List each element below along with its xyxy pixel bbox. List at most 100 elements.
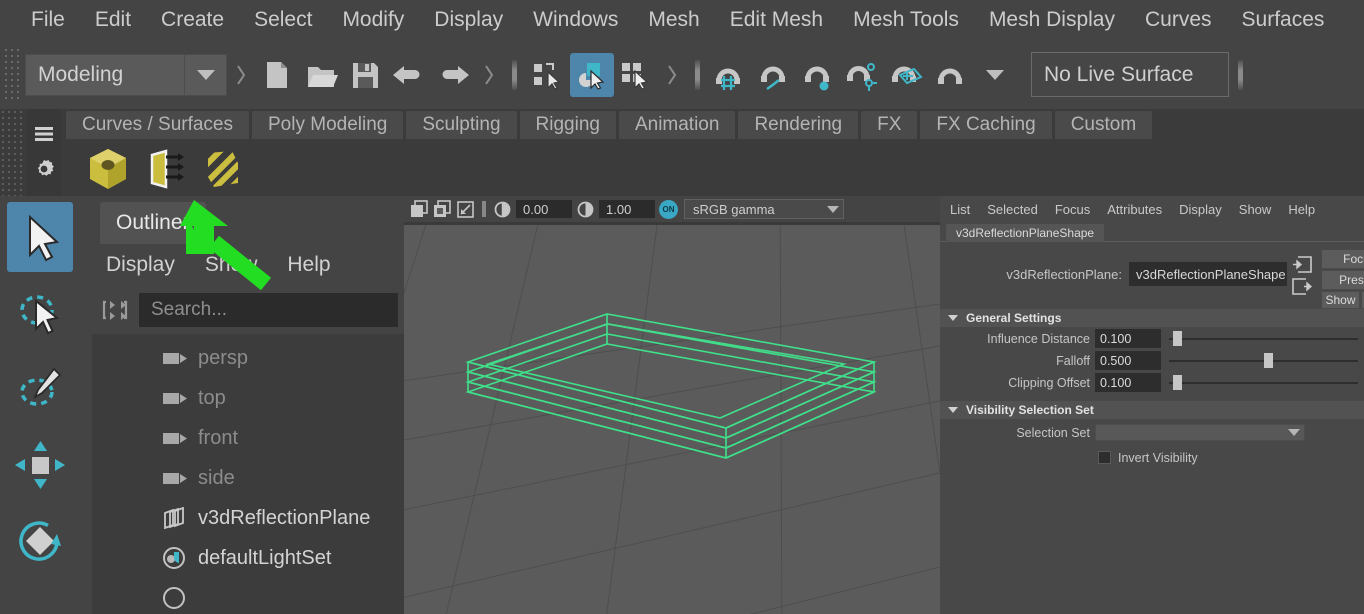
snap-to-curve-button[interactable]	[753, 53, 797, 97]
shelf-tab-fx[interactable]: FX	[861, 111, 918, 139]
menu-mesh-tools[interactable]: Mesh Tools	[838, 0, 974, 40]
make-live-button[interactable]	[929, 53, 973, 97]
select-by-component-type-button[interactable]	[614, 53, 658, 97]
toolbar-collapse-arrow-1[interactable]	[233, 58, 249, 92]
attr-slider[interactable]	[1169, 329, 1358, 348]
select-by-hierarchy-button[interactable]	[526, 53, 570, 97]
menu-display[interactable]: Display	[419, 0, 518, 40]
ae-menu-show[interactable]: Show	[1239, 202, 1272, 217]
outliner-menu-help[interactable]: Help	[287, 253, 330, 277]
rotate-tool-button[interactable]	[7, 506, 73, 576]
exposure-button[interactable]	[493, 200, 512, 219]
shelf-item-v3d-box[interactable]	[82, 143, 134, 195]
shelf-settings-button[interactable]	[33, 158, 55, 180]
ipr-render-button[interactable]	[456, 200, 475, 219]
outliner-item-top[interactable]: top	[92, 378, 404, 418]
outliner-search-input[interactable]	[139, 293, 398, 327]
workspace-selector[interactable]: Modeling	[25, 53, 227, 96]
select-tool-button[interactable]	[7, 202, 73, 272]
shelf-tab-poly-modeling[interactable]: Poly Modeling	[252, 111, 404, 139]
menu-windows[interactable]: Windows	[518, 0, 633, 40]
ae-menu-attributes[interactable]: Attributes	[1107, 202, 1162, 217]
shelf-tab-custom[interactable]: Custom	[1054, 111, 1153, 139]
menu-file[interactable]: File	[16, 0, 80, 40]
shelf-item-v3d-reflection-plane[interactable]	[140, 143, 192, 195]
snap-to-grid-button[interactable]	[709, 53, 753, 97]
workspace-value[interactable]: Modeling	[25, 53, 185, 96]
section-visibility-selection-set[interactable]: Visibility Selection Set	[940, 401, 1364, 419]
shelf-menu-button[interactable]	[33, 125, 55, 143]
move-tool-button[interactable]	[7, 430, 73, 500]
attr-value-field[interactable]: 0.500	[1095, 351, 1161, 370]
gamma-value[interactable]: 1.00	[599, 200, 655, 218]
toolbar-collapse-arrow-3[interactable]	[664, 58, 680, 92]
shelf-tab-rendering[interactable]: Rendering	[738, 111, 859, 139]
viewport-scene[interactable]	[404, 196, 940, 614]
outliner-item-side[interactable]: side	[92, 458, 404, 498]
outliner-menu-show[interactable]: Show	[205, 253, 258, 277]
render-region-button[interactable]	[433, 199, 452, 219]
ae-menu-display[interactable]: Display	[1179, 202, 1222, 217]
toolbar-drag-handle[interactable]	[3, 47, 19, 102]
menu-curves[interactable]: Curves	[1130, 0, 1227, 40]
outliner-item-front[interactable]: front	[92, 418, 404, 458]
outliner-item-persp[interactable]: persp	[92, 338, 404, 378]
redo-button[interactable]	[431, 53, 475, 97]
menu-surfaces[interactable]: Surfaces	[1227, 0, 1340, 40]
slider-knob[interactable]	[1263, 353, 1273, 368]
ae-menu-help[interactable]: Help	[1288, 202, 1315, 217]
undo-button[interactable]	[387, 53, 431, 97]
new-scene-button[interactable]	[255, 53, 299, 97]
open-scene-button[interactable]	[299, 53, 343, 97]
menu-select[interactable]: Select	[239, 0, 327, 40]
3d-viewport[interactable]: 0.00 1.00 ON sRGB gamma	[404, 196, 940, 614]
slider-knob[interactable]	[1172, 375, 1182, 390]
menu-edit-mesh[interactable]: Edit Mesh	[715, 0, 838, 40]
view-transform-selector[interactable]: sRGB gamma	[684, 199, 844, 219]
snap-to-point-button[interactable]	[797, 53, 841, 97]
output-connection-button[interactable]	[1292, 278, 1312, 295]
section-general-settings[interactable]: General Settings	[940, 309, 1364, 327]
render-view-button[interactable]	[410, 199, 429, 219]
outliner-menu-display[interactable]: Display	[106, 253, 175, 277]
selection-set-dropdown[interactable]	[1095, 424, 1305, 441]
attr-value-field[interactable]: 0.100	[1095, 329, 1161, 348]
attr-slider[interactable]	[1169, 373, 1358, 392]
ae-menu-selected[interactable]: Selected	[987, 202, 1038, 217]
input-connection-button[interactable]	[1292, 256, 1312, 273]
ae-menu-list[interactable]: List	[950, 202, 970, 217]
exposure-value[interactable]: 0.00	[516, 200, 572, 218]
snap-to-projected-center-button[interactable]	[841, 53, 885, 97]
menu-mesh[interactable]: Mesh	[633, 0, 714, 40]
workspace-dropdown-arrow[interactable]	[185, 53, 227, 96]
shelf-tab-animation[interactable]: Animation	[618, 111, 736, 139]
outliner-item-defaultlightset[interactable]: defaultLightSet	[92, 538, 404, 578]
menu-edit[interactable]: Edit	[80, 0, 146, 40]
shelf-tab-rigging[interactable]: Rigging	[519, 111, 616, 139]
attr-value-field[interactable]: 0.100	[1095, 373, 1161, 392]
menu-create[interactable]: Create	[146, 0, 239, 40]
menu-modify[interactable]: Modify	[327, 0, 419, 40]
menu-mesh-display[interactable]: Mesh Display	[974, 0, 1130, 40]
focus-button[interactable]: Focus	[1321, 249, 1364, 269]
shelf-tab-curves-surfaces[interactable]: Curves / Surfaces	[66, 111, 249, 139]
shelf-item-v3d-stripes[interactable]	[198, 143, 250, 195]
paint-select-tool-button[interactable]	[7, 354, 73, 424]
invert-visibility-checkbox[interactable]	[1098, 451, 1111, 464]
live-surface-field[interactable]: No Live Surface	[1031, 52, 1229, 97]
shelf-tab-sculpting[interactable]: Sculpting	[406, 111, 517, 139]
outliner-tab[interactable]: Outliner	[100, 202, 206, 244]
attr-slider[interactable]	[1169, 351, 1358, 370]
outliner-item-list[interactable]: persp top front side v3dReflectionPlane …	[92, 334, 404, 614]
ae-node-name-field[interactable]: v3dReflectionPlaneShape	[1129, 262, 1287, 286]
shelf-tab-fx-caching[interactable]: FX Caching	[920, 111, 1052, 139]
ae-node-tab[interactable]: v3dReflectionPlaneShape	[946, 224, 1105, 242]
slider-knob[interactable]	[1172, 331, 1182, 346]
save-scene-button[interactable]	[343, 53, 387, 97]
show-button[interactable]: Show	[1321, 291, 1360, 309]
lasso-select-tool-button[interactable]	[7, 278, 73, 348]
select-by-object-type-button[interactable]	[570, 52, 614, 97]
snap-to-view-plane-button[interactable]	[885, 53, 929, 97]
toolbar-collapse-arrow-2[interactable]	[481, 58, 497, 92]
outliner-item-partial[interactable]	[92, 578, 404, 614]
